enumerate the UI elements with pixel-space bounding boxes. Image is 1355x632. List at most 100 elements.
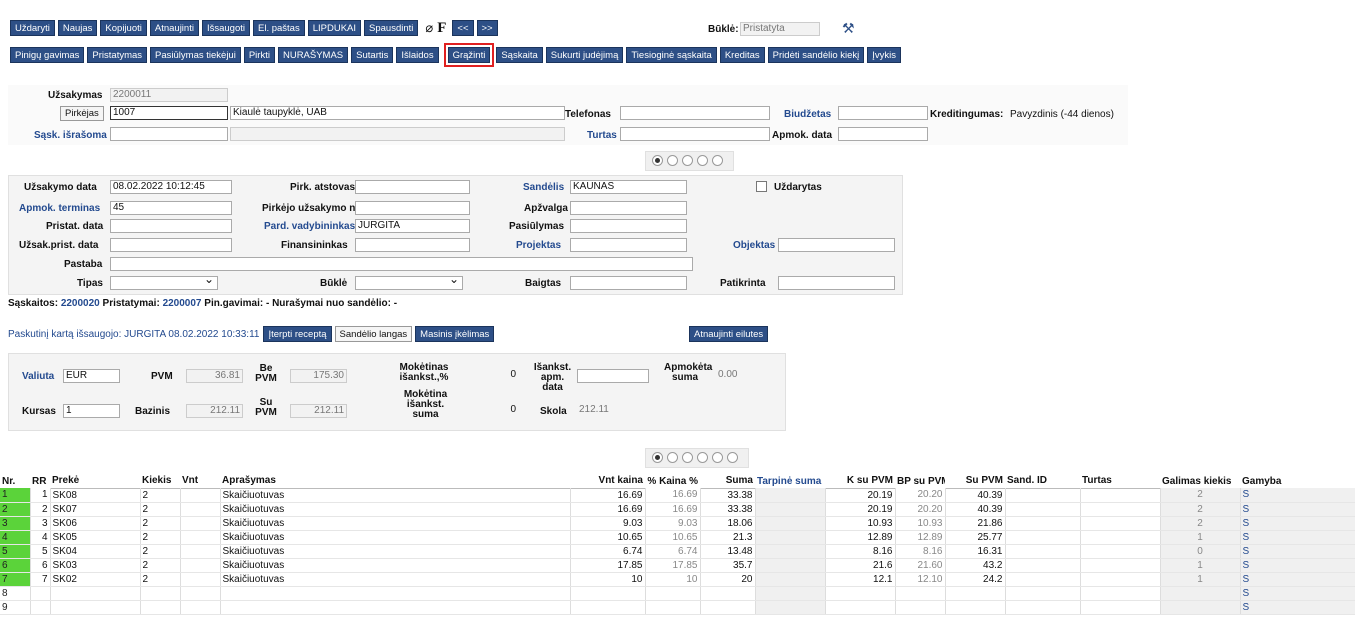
page-radio-3[interactable] bbox=[682, 155, 693, 166]
insert-recipe-button[interactable]: Įterpti receptą bbox=[263, 326, 332, 342]
payment-term-link[interactable]: Apmok. terminas bbox=[19, 203, 100, 214]
k-with-vat-cell[interactable]: 21.6 bbox=[824, 557, 896, 573]
row-rr[interactable] bbox=[30, 600, 51, 615]
table-row[interactable]: 6 6 SK03 2 Skaičiuotuvas 17.85 17.85 35.7 21.6 21… bbox=[0, 557, 1355, 573]
row-rr[interactable] bbox=[30, 586, 51, 601]
k-with-vat-cell[interactable]: 12.1 bbox=[824, 571, 896, 587]
with-vat-cell[interactable]: 40.39 bbox=[944, 501, 1006, 517]
budget-link[interactable]: Biudžetas bbox=[784, 109, 831, 120]
previous-button[interactable]: << bbox=[452, 20, 474, 36]
subtotal-cell[interactable] bbox=[755, 502, 826, 517]
sum-cell[interactable]: 21.3 bbox=[699, 529, 756, 545]
production-cell[interactable]: S bbox=[1240, 558, 1355, 573]
warehouse-id-cell[interactable] bbox=[1004, 557, 1081, 573]
asset-cell[interactable] bbox=[1079, 487, 1161, 503]
payment-term-field[interactable]: 45 bbox=[110, 201, 232, 215]
unit-price-cell[interactable]: 6.74 bbox=[569, 543, 646, 559]
offer-field[interactable] bbox=[570, 219, 687, 233]
direct-invoice-button[interactable]: Tiesioginė sąskaita bbox=[626, 47, 717, 63]
asset-link[interactable]: Turtas bbox=[587, 130, 617, 141]
description-cell[interactable]: Skaičiuotuvas bbox=[219, 515, 571, 531]
column-header[interactable]: Tarpinė suma bbox=[755, 474, 825, 488]
table-row[interactable]: 4 4 SK05 2 Skaičiuotuvas 10.65 10.65 21.3 12.89 1… bbox=[0, 529, 1355, 545]
description-cell[interactable]: Skaičiuotuvas bbox=[219, 529, 571, 545]
buyer-code-field[interactable]: 1007 bbox=[110, 106, 228, 120]
wrench-icon[interactable]: ⚒ bbox=[842, 20, 858, 36]
asset-cell[interactable] bbox=[1079, 571, 1161, 587]
buy-button[interactable]: Pirkti bbox=[243, 47, 275, 63]
subtotal-cell[interactable] bbox=[755, 488, 826, 503]
sum-cell[interactable] bbox=[699, 599, 756, 615]
copy-button[interactable]: Kopijuoti bbox=[100, 20, 147, 36]
with-vat-cell[interactable]: 21.86 bbox=[944, 515, 1006, 531]
unit-cell[interactable] bbox=[179, 585, 221, 601]
description-cell[interactable]: Skaičiuotuvas bbox=[219, 571, 571, 587]
table-radio-6[interactable] bbox=[727, 452, 738, 463]
production-cell[interactable]: S bbox=[1240, 516, 1355, 531]
unit-price-cell[interactable]: 17.85 bbox=[569, 557, 646, 573]
overview-field[interactable] bbox=[570, 201, 687, 215]
column-header[interactable]: BP su PVM bbox=[895, 474, 945, 488]
type-select[interactable] bbox=[110, 276, 218, 290]
row-rr[interactable]: 6 bbox=[30, 558, 51, 573]
item-code-cell[interactable]: SK06 bbox=[49, 515, 141, 531]
buyer-name-field[interactable]: Kiaulė taupyklė, UAB bbox=[230, 106, 565, 120]
create-movement-button[interactable]: Sukurti judėjimą bbox=[545, 47, 624, 63]
invoice-to-link[interactable]: Sąsk. išrašoma bbox=[34, 130, 107, 141]
delivery-button[interactable]: Pristatymas bbox=[87, 47, 148, 63]
invoice-button[interactable]: Sąskaita bbox=[496, 47, 543, 63]
item-code-cell[interactable] bbox=[49, 585, 141, 601]
item-code-cell[interactable] bbox=[49, 599, 141, 615]
k-with-vat-cell[interactable]: 8.16 bbox=[824, 543, 896, 559]
warehouse-window-button[interactable]: Sandėlio langas bbox=[334, 326, 413, 342]
sum-cell[interactable]: 35.7 bbox=[699, 557, 756, 573]
with-vat-cell[interactable]: 40.39 bbox=[944, 487, 1006, 503]
subtotal-cell[interactable] bbox=[755, 586, 826, 601]
unit-price-cell[interactable] bbox=[569, 585, 646, 601]
page-radio-1[interactable] bbox=[652, 155, 663, 166]
state-select[interactable] bbox=[355, 276, 463, 290]
unit-price-cell[interactable]: 10.65 bbox=[569, 529, 646, 545]
asset-cell[interactable] bbox=[1079, 557, 1161, 573]
subtotal-cell[interactable] bbox=[755, 572, 826, 587]
note-field[interactable] bbox=[110, 257, 693, 271]
row-rr[interactable]: 3 bbox=[30, 516, 51, 531]
description-cell[interactable]: Skaičiuotuvas bbox=[219, 543, 571, 559]
quantity-cell[interactable]: 2 bbox=[139, 515, 181, 531]
asset-cell[interactable] bbox=[1079, 599, 1161, 615]
refresh-rows-button[interactable]: Atnaujinti eilutes bbox=[689, 326, 769, 342]
event-button[interactable]: Įvykis bbox=[867, 47, 902, 63]
description-cell[interactable] bbox=[219, 599, 571, 615]
subtotal-cell[interactable] bbox=[755, 516, 826, 531]
page-radio-5[interactable] bbox=[712, 155, 723, 166]
unit-cell[interactable] bbox=[179, 515, 221, 531]
prepay-date-field[interactable] bbox=[577, 369, 649, 383]
return-button[interactable]: Grąžinti bbox=[443, 43, 495, 67]
close-button[interactable]: Uždaryti bbox=[10, 20, 55, 36]
column-header[interactable]: Nr. bbox=[0, 474, 30, 488]
unit-cell[interactable] bbox=[179, 487, 221, 503]
item-code-cell[interactable]: SK04 bbox=[49, 543, 141, 559]
subtotal-cell[interactable] bbox=[755, 558, 826, 573]
quantity-cell[interactable]: 2 bbox=[139, 529, 181, 545]
asset-field[interactable] bbox=[620, 127, 770, 141]
unit-price-cell[interactable]: 16.69 bbox=[569, 487, 646, 503]
production-cell[interactable]: S bbox=[1240, 600, 1355, 615]
buyer-button[interactable]: Pirkėjas bbox=[60, 106, 104, 121]
with-vat-cell[interactable]: 25.77 bbox=[944, 529, 1006, 545]
contract-button[interactable]: Sutartis bbox=[351, 47, 394, 63]
project-field[interactable] bbox=[570, 238, 687, 252]
quantity-cell[interactable]: 2 bbox=[139, 543, 181, 559]
row-rr[interactable]: 2 bbox=[30, 502, 51, 517]
budget-field[interactable] bbox=[838, 106, 928, 120]
quantity-cell[interactable]: 2 bbox=[139, 501, 181, 517]
delivery-link[interactable]: 2200007 bbox=[163, 298, 202, 309]
closed-checkbox[interactable] bbox=[756, 181, 767, 192]
phone-field[interactable] bbox=[620, 106, 770, 120]
order-delivery-date-field[interactable] bbox=[110, 238, 232, 252]
page-radio-2[interactable] bbox=[667, 155, 678, 166]
table-radio-2[interactable] bbox=[667, 452, 678, 463]
with-vat-cell[interactable] bbox=[944, 599, 1006, 615]
subtotal-cell[interactable] bbox=[755, 544, 826, 559]
item-code-cell[interactable]: SK08 bbox=[49, 487, 141, 503]
